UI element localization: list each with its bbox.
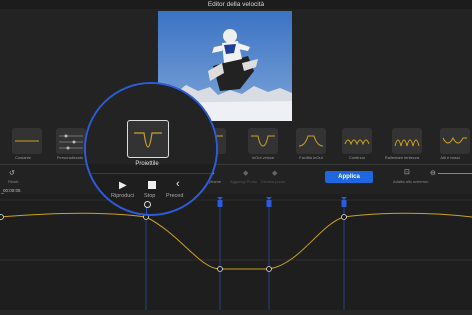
highs-lows-curve-icon	[442, 136, 467, 144]
window-title: Editor della velocità	[207, 1, 265, 8]
previous-icon[interactable]: ‹	[176, 178, 180, 190]
slowdown-curve-icon	[394, 139, 420, 147]
fit-screen-label: Adatta allo schermo	[393, 179, 429, 184]
stop-icon[interactable]	[148, 181, 156, 189]
preset-label-alti: Alti e bassi	[440, 155, 460, 160]
curve-point[interactable]	[266, 266, 272, 272]
preset-label-facilita: Facilità InOut	[299, 155, 323, 160]
fit-screen-icon[interactable]: ⊡	[404, 168, 410, 176]
preset-label-inout-veloce: InOut veloce	[251, 155, 275, 160]
preset-label-proiettile: Proiettile	[135, 161, 159, 167]
constant-curve-icon	[15, 140, 39, 142]
time-readout: 00:00:05	[3, 188, 21, 193]
add-point-label: Aggiungi Punto	[230, 179, 258, 184]
preset-label-costante: Costante	[14, 155, 31, 160]
delete-point-label: Elimina punto	[261, 179, 286, 184]
keyframe-marker[interactable]	[341, 197, 347, 200]
zoom-out-icon[interactable]: ⊖	[430, 169, 436, 177]
ease-inout-curve-icon	[298, 135, 324, 147]
stop-label: Stop	[144, 193, 156, 199]
bullet-curve-icon	[134, 132, 162, 148]
custom-curve-icon	[59, 134, 83, 150]
keyframe-handle[interactable]	[341, 200, 347, 207]
curve-point[interactable]	[0, 214, 4, 220]
reset-icon[interactable]: ↺	[9, 169, 15, 177]
preset-costante[interactable]	[12, 128, 42, 154]
keyframe-marker[interactable]	[266, 197, 272, 200]
timeline-graph	[0, 197, 472, 310]
fast-inout-curve-icon	[251, 135, 275, 147]
preset-label-rallentare: Rallentare lentezza	[384, 155, 420, 160]
preset-facilita-inout[interactable]	[296, 128, 326, 154]
reset-label: Reset	[8, 179, 19, 184]
preset-personalizzato[interactable]	[56, 128, 86, 154]
preset-inout-veloce[interactable]	[248, 128, 278, 154]
add-point-icon[interactable]: ◆	[243, 169, 248, 177]
previous-label: Preced	[166, 193, 184, 199]
curve-point[interactable]	[341, 214, 347, 220]
delete-point-icon[interactable]: ◆	[272, 169, 277, 177]
curve-point[interactable]	[217, 266, 223, 272]
continuous-curve-icon	[344, 139, 370, 146]
preset-alti-bassi[interactable]	[440, 128, 470, 154]
magnifier-callout: Proiettile ▶ ‹ Riproduci Stop Preced	[84, 82, 218, 216]
keyframe-handle[interactable]	[217, 200, 223, 207]
preset-label-continuo: Continuo	[348, 155, 365, 160]
apply-button[interactable]: Applica	[325, 171, 373, 183]
curve-point[interactable]	[144, 201, 151, 208]
preset-rallentare[interactable]	[392, 128, 422, 154]
preset-proiettile[interactable]	[127, 120, 169, 158]
preset-continuo[interactable]	[342, 128, 372, 154]
keyframe-handle[interactable]	[266, 200, 272, 207]
zoom-slider[interactable]	[438, 173, 472, 174]
speed-curve-timeline[interactable]	[0, 194, 472, 310]
divider	[86, 173, 216, 174]
play-icon[interactable]: ▶	[119, 180, 127, 191]
keyframe-marker[interactable]	[217, 197, 223, 200]
speed-curve[interactable]	[0, 212, 472, 270]
play-label: Riproduci	[111, 193, 135, 199]
